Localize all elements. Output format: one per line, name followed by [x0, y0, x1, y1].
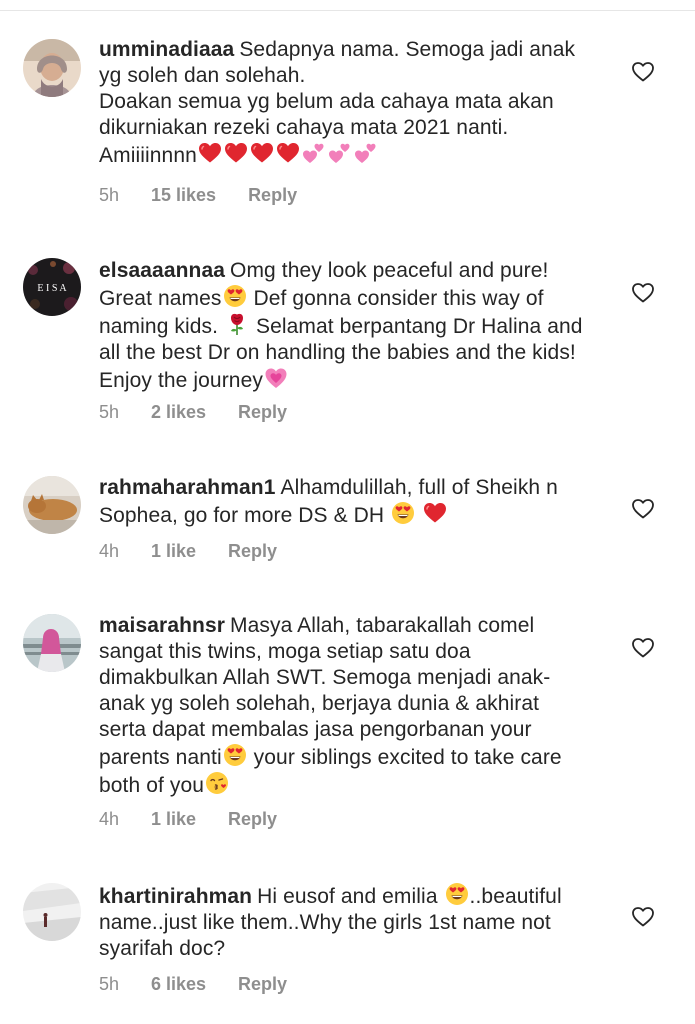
two-hearts-icon	[328, 141, 352, 165]
comment-text: Doakan semua yg belum ada cahaya mata ak…	[99, 90, 554, 167]
heart-eyes-icon	[223, 743, 247, 767]
avatar[interactable]	[23, 476, 81, 534]
avatar[interactable]: E I S A	[23, 258, 81, 316]
top-divider	[0, 10, 695, 11]
reply-button[interactable]: Reply	[228, 808, 277, 830]
like-heart-icon[interactable]	[630, 636, 656, 660]
red-heart-icon	[250, 141, 274, 165]
like-heart-icon[interactable]	[630, 60, 656, 84]
comment-body: rahmaharahman1 Alhamdulillah, full of She…	[99, 475, 589, 529]
comment-likes[interactable]: 6 likes	[151, 973, 206, 995]
heart-eyes-icon	[391, 501, 415, 525]
rose-icon	[225, 312, 249, 336]
comment-username[interactable]: maisarahnsr	[99, 614, 225, 637]
avatar[interactable]	[23, 39, 81, 97]
like-heart-icon[interactable]	[630, 281, 656, 305]
comment-meta: 5h 2 likes Reply	[99, 401, 287, 423]
reply-button[interactable]: Reply	[248, 184, 297, 206]
comment-meta: 5h 6 likes Reply	[99, 973, 287, 995]
comment-meta: 4h 1 like Reply	[99, 808, 277, 830]
comment-text: Hi eusof and emilia	[257, 885, 438, 908]
comment-timestamp: 5h	[99, 402, 120, 422]
avatar-logo-text: E I S A	[37, 283, 67, 294]
heart-eyes-icon	[445, 882, 469, 906]
reply-button[interactable]: Reply	[228, 540, 277, 562]
comment-body: khartinirahman Hi eusof and emilia ..beau…	[99, 882, 589, 962]
comment-username[interactable]: khartinirahman	[99, 885, 252, 908]
comment-timestamp: 5h	[99, 185, 120, 205]
heart-eyes-icon	[223, 284, 247, 308]
comment-meta: 4h 1 like Reply	[99, 540, 277, 562]
two-hearts-icon	[354, 141, 378, 165]
reply-button[interactable]: Reply	[238, 973, 287, 995]
red-heart-icon	[276, 141, 300, 165]
comment-likes[interactable]: 1 like	[151, 808, 196, 830]
comment-username[interactable]: rahmaharahman1	[99, 476, 275, 499]
two-hearts-icon	[302, 141, 326, 165]
comment-body: umminadiaaa Sedapnya nama. Semoga jadi an…	[99, 37, 589, 169]
comment-username[interactable]: elsaaaannaa	[99, 259, 225, 282]
comment-likes[interactable]: 2 likes	[151, 401, 206, 423]
comment-likes[interactable]: 15 likes	[151, 184, 216, 206]
growing-heart-icon	[264, 366, 288, 390]
comment-body: maisarahnsr Masya Allah, tabarakallah com…	[99, 613, 589, 799]
red-heart-icon	[224, 141, 248, 165]
comment-likes[interactable]: 1 like	[151, 540, 196, 562]
comment-body: elsaaaannaa Omg they look peaceful and pu…	[99, 258, 589, 394]
comment-timestamp: 4h	[99, 541, 120, 561]
red-heart-icon	[198, 141, 222, 165]
like-heart-icon[interactable]	[630, 497, 656, 521]
comment-username[interactable]: umminadiaaa	[99, 38, 234, 61]
kissing-face-icon	[205, 771, 229, 795]
comment-timestamp: 5h	[99, 974, 120, 994]
comment-meta: 5h 15 likes Reply	[99, 184, 297, 206]
reply-button[interactable]: Reply	[238, 401, 287, 423]
avatar[interactable]	[23, 883, 81, 941]
comment-timestamp: 4h	[99, 809, 120, 829]
red-heart-icon	[423, 501, 447, 525]
avatar[interactable]	[23, 614, 81, 672]
like-heart-icon[interactable]	[630, 905, 656, 929]
